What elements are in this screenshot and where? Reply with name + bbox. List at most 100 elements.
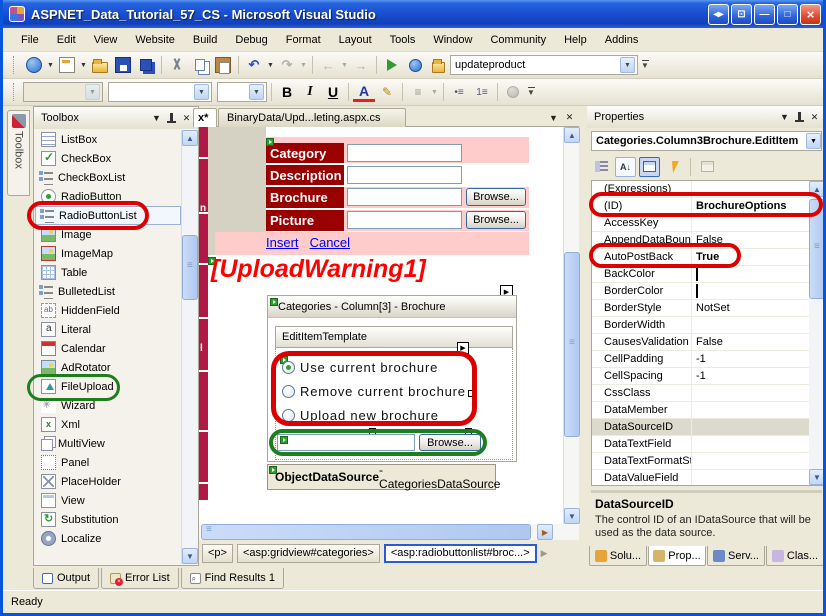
fileupload-browse-button[interactable]: Browse...	[419, 434, 481, 451]
underline-icon[interactable]: U	[322, 81, 344, 103]
toolbar-grip[interactable]	[13, 56, 16, 74]
scrollbar-thumb[interactable]	[809, 199, 825, 299]
scroll-down-icon[interactable]: ▼	[809, 469, 825, 485]
property-row-cellspacing[interactable]: CellSpacing-1	[592, 368, 809, 385]
property-row-bordercolor[interactable]: BorderColor	[592, 283, 809, 300]
toolbox-item-view[interactable]: View	[35, 491, 181, 510]
undo-dropdown[interactable]: ▼	[266, 54, 275, 76]
paste-icon[interactable]	[212, 54, 234, 76]
property-row-borderstyle[interactable]: BorderStyleNotSet	[592, 300, 809, 317]
toolbox-header[interactable]: Toolbox ▼ ✕	[34, 107, 198, 129]
toolbox-item-placeholder[interactable]: PlaceHolder	[35, 472, 181, 491]
menu-file[interactable]: File	[13, 31, 47, 49]
property-row-cellpadding[interactable]: CellPadding-1	[592, 351, 809, 368]
menu-window[interactable]: Window	[425, 31, 480, 49]
toolbox-item-checkboxlist[interactable]: CheckBoxList	[35, 168, 181, 187]
radio-selected-icon[interactable]	[282, 361, 295, 374]
bullet-list-icon[interactable]: •≡	[448, 81, 470, 103]
add-new-item-dropdown[interactable]: ▼	[79, 54, 88, 76]
highlight-icon[interactable]: ✎	[376, 81, 398, 103]
cut-icon[interactable]	[166, 54, 188, 76]
restore-pane-button[interactable]: ⊡	[731, 4, 752, 25]
smart-tag-expand-icon[interactable]: ▶	[457, 342, 469, 354]
properties-scrollbar[interactable]: ▲ ▼	[809, 180, 825, 486]
property-row-datasourceid[interactable]: DataSourceID	[592, 419, 809, 436]
edititemtemplate-bar[interactable]: EditItemTemplate	[275, 326, 513, 348]
menu-website[interactable]: Website	[127, 31, 183, 49]
find-combo-dropdown-icon[interactable]: ▼	[620, 57, 635, 73]
scrollbar-thumb[interactable]	[201, 524, 531, 540]
menu-format[interactable]: Format	[278, 31, 329, 49]
redo-icon[interactable]: ↷	[276, 54, 298, 76]
scrollbar-thumb[interactable]	[564, 252, 580, 437]
scroll-right-icon[interactable]: ▶	[537, 524, 553, 540]
toolbox-item-localize[interactable]: Localize	[35, 529, 181, 548]
scroll-down-icon[interactable]: ▼	[182, 548, 198, 564]
property-row-accesskey[interactable]: AccessKey	[592, 215, 809, 232]
font-combo[interactable]: ▼	[108, 82, 212, 102]
smart-tag-glyph[interactable]	[266, 138, 274, 146]
properties-header[interactable]: Properties ▼ ✕	[587, 106, 826, 128]
color-swatch[interactable]	[696, 284, 698, 298]
close-icon[interactable]: ✕	[807, 110, 822, 124]
alphabetical-icon[interactable]: A↓	[615, 157, 636, 177]
menu-debug[interactable]: Debug	[227, 31, 275, 49]
brochure-textbox[interactable]	[347, 188, 462, 206]
menu-addins[interactable]: Addins	[597, 31, 647, 49]
copy-icon[interactable]	[189, 54, 211, 76]
property-row-cssclass[interactable]: CssClass	[592, 385, 809, 402]
designer-horizontal-scrollbar[interactable]: ▶	[199, 524, 579, 540]
menu-tools[interactable]: Tools	[382, 31, 424, 49]
window-position-icon[interactable]: ▼	[149, 111, 164, 125]
category-textbox[interactable]	[347, 144, 462, 162]
toolbox-item-checkbox[interactable]: CheckBox	[35, 149, 181, 168]
radio-icon[interactable]	[282, 385, 295, 398]
undo-icon[interactable]: ↶	[243, 54, 265, 76]
toolbox-item-fileupload[interactable]: FileUpload	[35, 377, 181, 396]
tab-output[interactable]: Output	[33, 568, 99, 589]
document-tab-active-fragment[interactable]: x*	[193, 108, 217, 127]
property-row-borderwidth[interactable]: BorderWidth	[592, 317, 809, 334]
toolbox-item-panel[interactable]: Panel	[35, 453, 181, 472]
property-row-autopostback[interactable]: AutoPostBackTrue	[592, 249, 809, 266]
tag-gridview-categories[interactable]: <asp:gridview#categories>	[237, 544, 380, 563]
toolbar-grip[interactable]	[13, 83, 16, 101]
fileupload-textbox[interactable]	[277, 434, 415, 451]
property-row-causesvalidation[interactable]: CausesValidationFalse	[592, 334, 809, 351]
toolbox-item-listbox[interactable]: ListBox	[35, 130, 181, 149]
combo-dropdown-icon[interactable]: ▼	[806, 133, 821, 149]
save-icon[interactable]	[112, 54, 134, 76]
document-tab-binarydata[interactable]: BinaryData/Upd...leting.aspx.cs	[218, 108, 406, 127]
scroll-up-icon[interactable]: ▲	[809, 181, 825, 197]
pin-icon[interactable]	[164, 111, 179, 125]
open-file-icon[interactable]	[89, 54, 111, 76]
toolbox-item-calendar[interactable]: Calendar	[35, 339, 181, 358]
menu-help[interactable]: Help	[556, 31, 595, 49]
events-lightning-icon[interactable]	[663, 157, 684, 177]
toolbox-item-multiview[interactable]: MultiView	[35, 434, 181, 453]
find-combo[interactable]: updateproduct ▼	[450, 55, 638, 75]
radio-icon[interactable]	[282, 409, 295, 422]
properties-object-combo[interactable]: Categories.Column3Brochure.EditItem ▼	[591, 131, 822, 151]
close-document-icon[interactable]: ✕	[562, 110, 577, 125]
smart-tag-glyph[interactable]	[280, 436, 288, 444]
toolbox-autohide-tab[interactable]: Toolbox	[7, 110, 30, 196]
menu-edit[interactable]: Edit	[49, 31, 84, 49]
scrollbar-thumb[interactable]	[182, 235, 198, 300]
property-row-datatextformatstring[interactable]: DataTextFormatStri	[592, 453, 809, 470]
minimize-button[interactable]: —	[754, 4, 775, 25]
italic-icon[interactable]: I	[299, 81, 321, 103]
toolbox-item-radiobutton[interactable]: RadioButton	[35, 187, 181, 206]
toolbox-item-imagemap[interactable]: ImageMap	[35, 244, 181, 263]
save-all-icon[interactable]	[135, 54, 157, 76]
toolbox-item-hiddenfield[interactable]: HiddenField	[35, 301, 181, 320]
start-debugging-icon[interactable]	[381, 54, 403, 76]
color-swatch[interactable]	[696, 267, 698, 281]
radio-upload-new-brochure[interactable]: Upload new brochure	[282, 408, 439, 423]
toolbox-item-image[interactable]: Image	[35, 225, 181, 244]
toolbox-item-wizard[interactable]: Wizard	[35, 396, 181, 415]
toolbar-overflow-icon[interactable]: ▼	[525, 81, 537, 103]
toolbar-overflow-icon[interactable]: ▼	[639, 54, 651, 76]
property-row-backcolor[interactable]: BackColor	[592, 266, 809, 283]
bold-icon[interactable]: B	[276, 81, 298, 103]
